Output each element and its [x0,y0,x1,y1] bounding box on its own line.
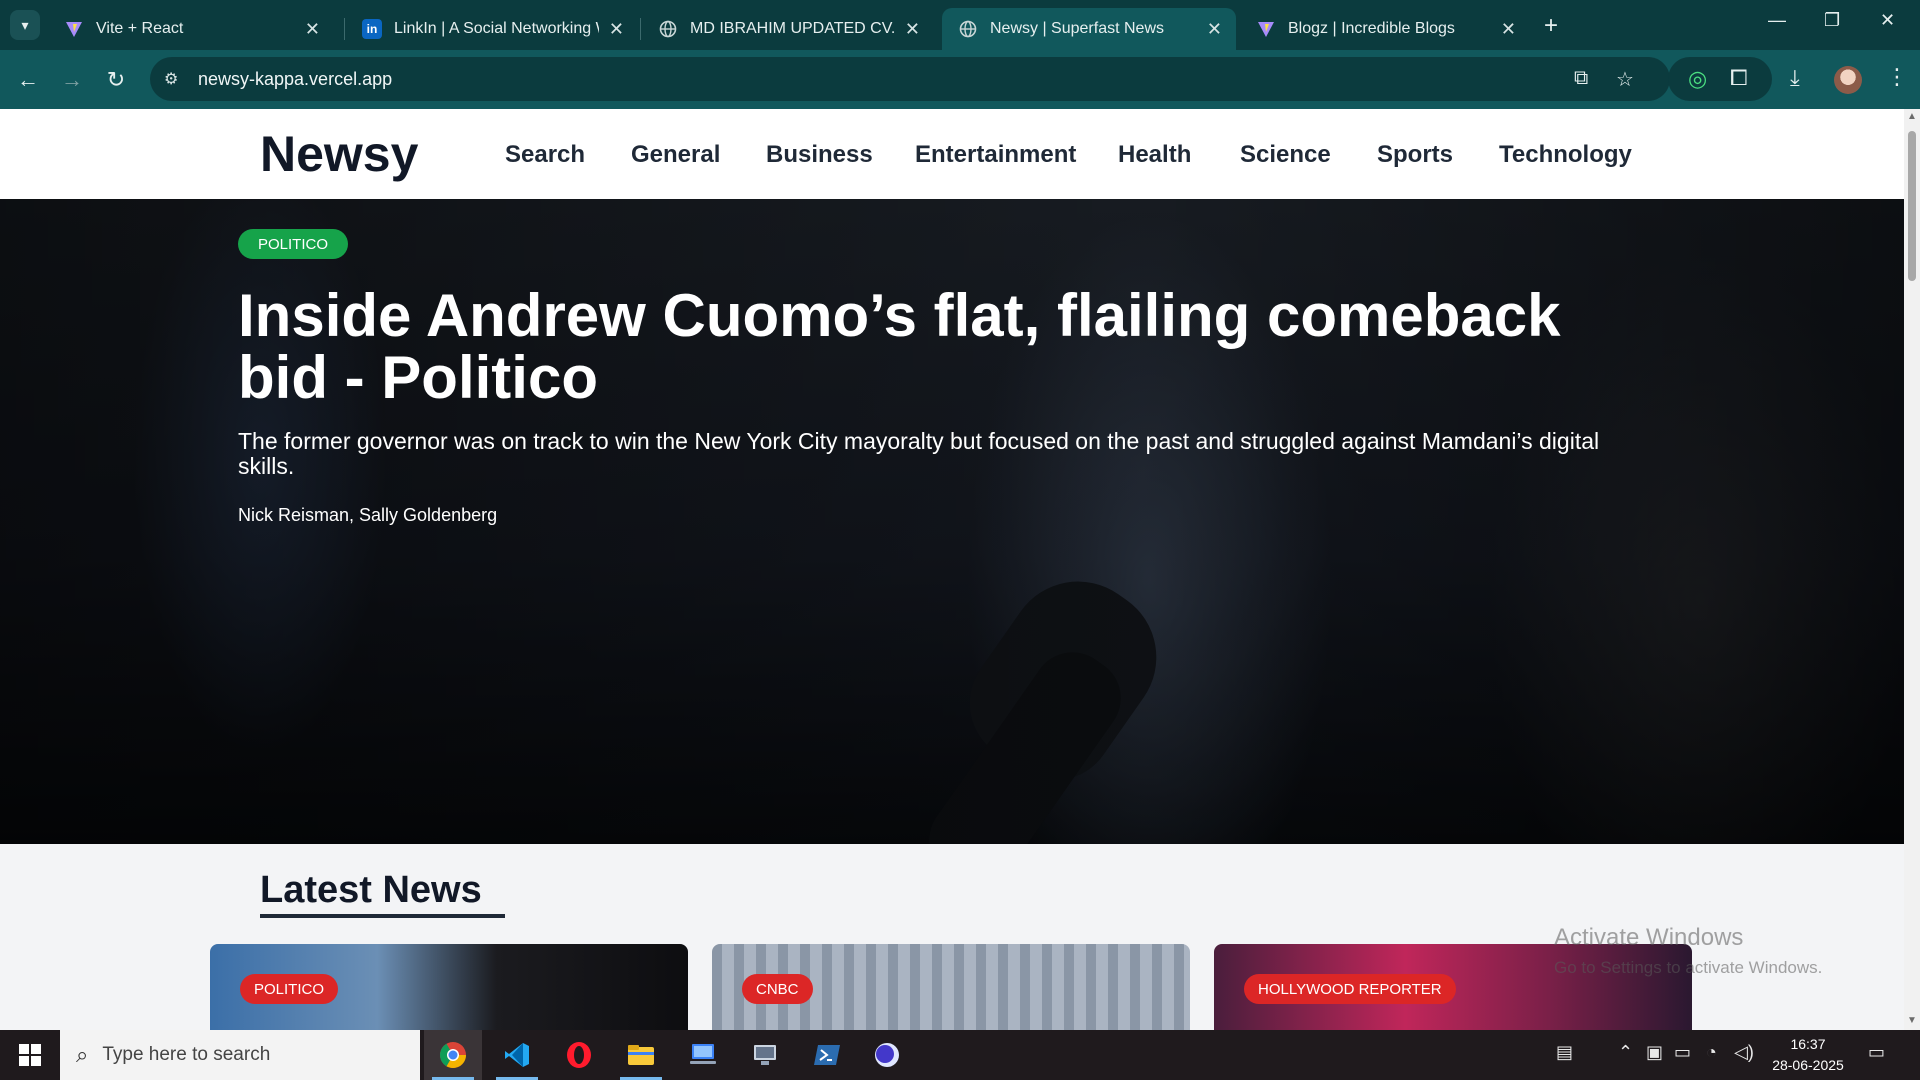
heading-underline [260,914,505,918]
globe-icon [958,19,978,39]
powershell-taskbar-icon[interactable] [798,1030,856,1080]
close-icon[interactable]: ✕ [905,19,920,40]
tab-separator [640,18,641,40]
hero-description: The former governor was on track to win … [238,428,1600,479]
tab-separator [344,18,345,40]
clock-time: 16:37 [1790,1036,1826,1052]
close-icon[interactable]: ✕ [1501,19,1516,40]
news-widget-icon[interactable]: ▤ [1556,1042,1573,1063]
tab-search-chevron-icon[interactable]: ▾ [10,10,40,40]
battery-icon[interactable]: ▭ [1674,1042,1691,1063]
desktop-app-taskbar-icon[interactable] [736,1030,794,1080]
news-card[interactable]: POLITICO [210,944,688,1030]
hero-article[interactable]: POLITICO Inside Andrew Cuomo’s flat, fla… [0,199,1904,844]
bookmark-star-icon[interactable]: ☆ [1616,67,1634,92]
url-text[interactable]: newsy-kappa.vercel.app [198,69,392,90]
notifications-icon[interactable]: ▭ [1868,1042,1885,1063]
close-icon[interactable]: ✕ [609,19,624,40]
minimize-icon[interactable]: — [1768,10,1786,31]
tab-linkin[interactable]: in LinkIn | A Social Networking We ✕ [346,8,638,50]
tab-title: LinkIn | A Social Networking We [394,20,599,37]
opera-taskbar-icon[interactable] [550,1030,608,1080]
nav-business[interactable]: Business [766,141,873,169]
profile-avatar[interactable] [1834,66,1862,94]
watermark-title: Activate Windows [1554,924,1744,951]
extensions-puzzle-icon[interactable]: ⧠ [1730,65,1748,91]
tab-vite-react[interactable]: Vite + React ✕ [48,8,334,50]
show-hidden-icons-chevron-icon[interactable]: ⌃ [1618,1042,1633,1063]
nav-health[interactable]: Health [1118,141,1191,169]
news-card[interactable]: CNBC [712,944,1190,1030]
file-explorer-taskbar-icon[interactable] [612,1030,670,1080]
close-icon[interactable]: ✕ [305,19,320,40]
nav-technology[interactable]: Technology [1499,141,1632,169]
web-page: Newsy Search General Business Entertainm… [0,109,1904,1030]
nav-sports[interactable]: Sports [1377,141,1453,169]
tab-title: MD IBRAHIM UPDATED CV.pdf [690,20,895,37]
nav-general[interactable]: General [631,141,720,169]
globe-icon [658,19,678,39]
restore-icon[interactable]: ❐ [1824,10,1840,31]
extension-ring-icon[interactable]: ◎ [1688,66,1707,92]
reload-icon[interactable]: ↻ [100,64,132,96]
close-icon[interactable]: ✕ [1207,19,1222,40]
nav-entertainment[interactable]: Entertainment [915,141,1076,169]
nav-search[interactable]: Search [505,141,585,169]
vite-icon [1256,19,1276,39]
wifi-icon[interactable]: ◔ [1706,1042,1717,1063]
download-icon[interactable]: ⤓ [1790,65,1800,91]
kebab-menu-icon[interactable]: ⋮ [1886,64,1908,90]
hero-authors: Nick Reisman, Sally Goldenberg [238,505,498,525]
windows-start-icon[interactable] [0,1030,60,1080]
taskbar-search-box[interactable]: ⌕ Type here to search [60,1030,420,1080]
latest-news-heading: Latest News [260,869,482,911]
clock-date: 28-06-2025 [1772,1057,1844,1073]
tab-title: Blogz | Incredible Blogs [1288,20,1455,37]
search-placeholder: Type here to search [102,1044,271,1065]
window-close-icon[interactable]: ✕ [1880,10,1895,31]
app-taskbar-icon[interactable] [858,1030,916,1080]
meet-now-icon[interactable]: ▣ [1646,1042,1663,1063]
system-clock[interactable]: 16:37 28-06-2025 [1768,1034,1848,1076]
site-logo[interactable]: Newsy [260,125,418,183]
hero-headline[interactable]: Inside Andrew Cuomo’s flat, flailing com… [238,285,1638,409]
search-icon: ⌕ [76,1042,89,1067]
tab-title: Vite + React [96,20,184,37]
back-arrow-icon[interactable]: ← [12,64,44,96]
new-tab-plus-icon[interactable]: + [1544,12,1558,40]
site-settings-icon[interactable]: ⚙ [164,69,186,89]
install-app-icon[interactable]: ⧉ [1574,67,1588,90]
tab-blogz[interactable]: Blogz | Incredible Blogs ✕ [1240,8,1530,50]
source-badge: POLITICO [238,229,349,259]
extensions-group: ◎ ⧠ [1668,57,1772,101]
nav-science[interactable]: Science [1240,141,1331,169]
page-scrollbar[interactable]: ▲ ▼ [1904,109,1920,1030]
scroll-down-arrow-icon[interactable]: ▼ [1907,1015,1917,1026]
browser-tab-strip: ▾ Vite + React ✕ in LinkIn | A Social Ne… [0,0,1920,50]
address-bar[interactable]: ⚙ newsy-kappa.vercel.app ⧉ ☆ [150,57,1670,101]
source-badge: CNBC [742,974,813,1004]
activate-windows-watermark: Activate Windows Go to Settings to activ… [1554,924,1822,978]
scroll-thumb[interactable] [1908,131,1916,281]
tab-newsy[interactable]: Newsy | Superfast News ✕ [942,8,1236,50]
linkedin-icon: in [362,19,382,39]
vscode-taskbar-icon[interactable] [488,1030,546,1080]
forward-arrow-icon[interactable]: → [56,64,88,96]
source-badge: POLITICO [240,974,339,1004]
browser-toolbar: ← → ↻ ⚙ newsy-kappa.vercel.app ⧉ ☆ ◎ ⧠ ⤓… [0,50,1920,109]
windows-taskbar: ⌕ Type here to search ▤ ⌃ ▣ ▭ ◔ ◁) 16:37… [0,1030,1920,1080]
tab-cv-pdf[interactable]: MD IBRAHIM UPDATED CV.pdf ✕ [642,8,934,50]
volume-icon[interactable]: ◁) [1734,1042,1754,1063]
chrome-taskbar-icon[interactable] [424,1030,482,1080]
site-header: Newsy Search General Business Entertainm… [0,109,1904,199]
remote-desktop-taskbar-icon[interactable] [674,1030,732,1080]
source-badge: HOLLYWOOD REPORTER [1244,974,1456,1004]
scroll-up-arrow-icon[interactable]: ▲ [1907,111,1917,122]
watermark-subtitle: Go to Settings to activate Windows. [1554,958,1823,977]
tab-title: Newsy | Superfast News [990,20,1164,37]
vite-icon [64,19,84,39]
